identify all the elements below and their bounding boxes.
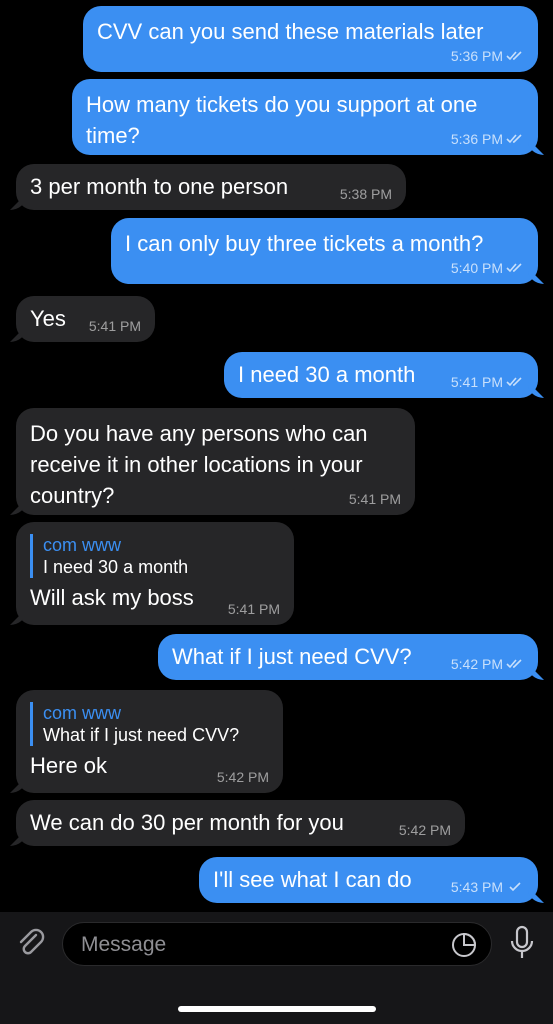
message-input-box[interactable] <box>62 922 492 967</box>
message-bubble[interactable]: Do you have any persons who can receive … <box>16 408 415 515</box>
microphone-icon[interactable] <box>508 925 536 961</box>
message-time: 5:42 PM <box>398 822 451 838</box>
message-bubble[interactable]: I need 30 a month 5:41 PM <box>224 352 538 398</box>
message-bubble[interactable]: We can do 30 per month for you 5:42 PM <box>16 800 465 846</box>
message-time: 5:40 PM <box>450 260 503 276</box>
message-input[interactable] <box>79 923 443 967</box>
message-bubble[interactable]: CVV can you send these materials later 5… <box>83 6 538 72</box>
message-meta: 5:41 PM <box>451 374 524 390</box>
message-text: CVV can you send these materials later <box>97 19 484 44</box>
message-time: 5:42 PM <box>216 769 269 785</box>
message-text: We can do 30 per month for you <box>30 810 344 835</box>
sticker-icon[interactable] <box>451 932 477 958</box>
message-text: 3 per month to one person <box>30 174 289 199</box>
message-time: 5:43 PM <box>450 879 503 895</box>
message-bubble[interactable]: I can only buy three tickets a month? 5:… <box>111 218 538 284</box>
message-text: I can only buy three tickets a month? <box>125 231 484 256</box>
message-meta: 5:43 PM <box>451 879 524 895</box>
message-meta: 5:40 PM <box>451 260 524 276</box>
message-meta: 5:42 PM <box>451 656 524 672</box>
message-bubble[interactable]: Yes 5:41 PM <box>16 296 155 342</box>
message-time: 5:41 PM <box>227 601 280 617</box>
message-meta: 5:36 PM <box>451 131 524 147</box>
message-bubble[interactable]: com www I need 30 a month Will ask my bo… <box>16 522 294 625</box>
message-bubble[interactable]: What if I just need CVV? 5:42 PM <box>158 634 538 680</box>
message-bubble[interactable]: 3 per month to one person 5:38 PM <box>16 164 406 210</box>
message-bubble[interactable]: I'll see what I can do 5:43 PM <box>199 857 538 903</box>
message-meta: 5:41 PM <box>89 318 141 334</box>
chat-area: CVV can you send these materials later 5… <box>0 0 553 912</box>
message-meta: 5:42 PM <box>217 769 269 785</box>
reply-text: What if I just need CVV? <box>43 725 240 745</box>
check-icon <box>509 882 521 892</box>
message-time: 5:41 PM <box>450 374 503 390</box>
double-check-icon <box>506 263 522 273</box>
double-check-icon <box>506 659 522 669</box>
message-meta: 5:41 PM <box>349 491 401 507</box>
double-check-icon <box>506 134 522 144</box>
message-time: 5:42 PM <box>450 656 503 672</box>
reply-text: I need 30 a month <box>43 557 189 577</box>
message-text: Do you have any persons who can receive … <box>30 421 374 508</box>
message-time: 5:38 PM <box>339 186 392 202</box>
message-meta: 5:36 PM <box>451 48 524 64</box>
reply-sender: com www <box>43 703 122 723</box>
home-indicator[interactable] <box>178 1006 376 1012</box>
double-check-icon <box>506 51 522 61</box>
message-bubble[interactable]: How many tickets do you support at one t… <box>72 79 538 155</box>
message-time: 5:36 PM <box>450 131 503 147</box>
message-time: 5:36 PM <box>450 48 503 64</box>
paperclip-icon[interactable] <box>14 926 48 960</box>
double-check-icon <box>506 377 522 387</box>
message-time: 5:41 PM <box>348 491 401 507</box>
message-meta: 5:41 PM <box>228 601 280 617</box>
message-meta: 5:42 PM <box>399 822 451 838</box>
message-meta: 5:38 PM <box>340 186 392 202</box>
reply-sender: com www <box>43 535 122 555</box>
message-bubble[interactable]: com www What if I just need CVV? Here ok… <box>16 690 283 793</box>
reply-quote[interactable]: com www I need 30 a month <box>30 534 280 578</box>
reply-quote[interactable]: com www What if I just need CVV? <box>30 702 269 746</box>
message-time: 5:41 PM <box>88 318 141 334</box>
